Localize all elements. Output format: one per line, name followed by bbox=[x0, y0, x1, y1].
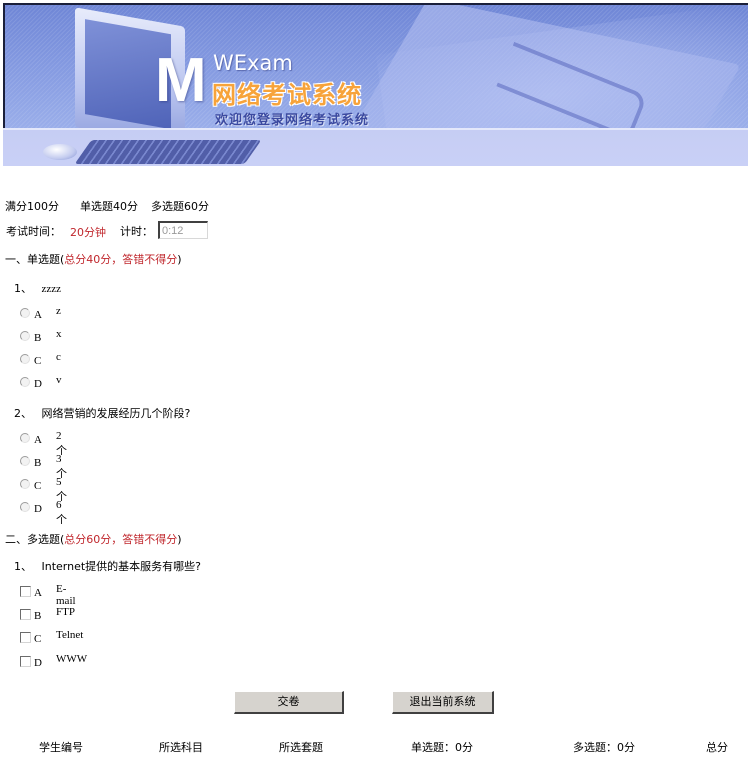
option-text: c bbox=[56, 351, 61, 363]
option-letter: B bbox=[34, 332, 42, 344]
option-letter: D bbox=[34, 657, 42, 669]
exam-time-value: 20分钟 bbox=[70, 226, 106, 239]
footer-total: 总分 bbox=[706, 741, 728, 754]
welcome-text: 欢迎您登录网络考试系统 bbox=[215, 113, 370, 128]
header-banner: M WExam 网络考试系统 欢迎您登录网络考试系统 bbox=[3, 3, 748, 128]
question-text: zzzz bbox=[41, 283, 62, 295]
exit-button[interactable]: 退出当前系统 bbox=[392, 691, 494, 714]
question-number: 1、 bbox=[14, 560, 32, 573]
option-letter: C bbox=[34, 633, 42, 645]
option-letter: D bbox=[34, 378, 42, 390]
section-note: 总分60分，答错不得分 bbox=[64, 533, 178, 546]
option-letter: C bbox=[34, 480, 42, 492]
option-text: v bbox=[56, 374, 62, 386]
radio-button[interactable] bbox=[20, 308, 30, 318]
checkbox[interactable] bbox=[20, 656, 31, 667]
option-letter: C bbox=[34, 355, 42, 367]
option-letter: A bbox=[34, 309, 42, 321]
footer-subject: 所选科目 bbox=[159, 741, 203, 754]
question-2: 2、 网络营销的发展经历几个阶段? bbox=[14, 405, 190, 421]
option-text: x bbox=[56, 328, 62, 340]
option-letter: A bbox=[34, 434, 42, 446]
option-letter: A bbox=[34, 587, 42, 599]
option-text: E-mail bbox=[56, 583, 76, 607]
section-title: 二、多选题 bbox=[5, 533, 60, 546]
question-number: 2、 bbox=[14, 407, 32, 420]
option-text: FTP bbox=[56, 606, 75, 618]
radio-button[interactable] bbox=[20, 502, 30, 512]
option-text: Telnet bbox=[56, 629, 84, 641]
question-multi-1: 1、 Internet提供的基本服务有哪些? bbox=[14, 558, 201, 574]
logo-brand: WExam bbox=[213, 51, 293, 75]
multi-score: 多选题60分 bbox=[151, 200, 209, 213]
checkbox[interactable] bbox=[20, 609, 31, 620]
timer-field[interactable]: 0:12 bbox=[158, 221, 208, 239]
sub-banner bbox=[3, 128, 748, 166]
radio-button[interactable] bbox=[20, 456, 30, 466]
question-text: Internet提供的基本服务有哪些? bbox=[41, 560, 202, 573]
footer-paper: 所选套题 bbox=[279, 741, 323, 754]
checkbox[interactable] bbox=[20, 632, 31, 643]
question-number: 1、 bbox=[14, 282, 32, 295]
footer-student-id: 学生编号 bbox=[39, 741, 83, 754]
radio-button[interactable] bbox=[20, 479, 30, 489]
radio-button[interactable] bbox=[20, 354, 30, 364]
logo-letter: M bbox=[155, 46, 207, 115]
paren-close: ) bbox=[177, 533, 182, 546]
footer-single-result: 单选题：0分 bbox=[411, 741, 473, 754]
option-text: z bbox=[56, 305, 61, 317]
option-letter: B bbox=[34, 457, 42, 469]
system-title: 网络考试系统 bbox=[212, 81, 362, 109]
keyboard-graphic bbox=[74, 140, 262, 164]
question-1: 1、 zzzz bbox=[14, 280, 61, 296]
section-heading-single: 一、单选题(总分40分，答错不得分) bbox=[5, 251, 182, 267]
paren-close: ) bbox=[177, 253, 182, 266]
section-title: 一、单选题 bbox=[5, 253, 60, 266]
radio-button[interactable] bbox=[20, 377, 30, 387]
radio-button[interactable] bbox=[20, 433, 30, 443]
option-text: 6个 bbox=[56, 499, 67, 526]
question-text: 网络营销的发展经历几个阶段? bbox=[41, 407, 191, 420]
single-score: 单选题40分 bbox=[80, 200, 138, 213]
checkbox[interactable] bbox=[20, 586, 31, 597]
footer-multi-result: 多选题：0分 bbox=[573, 741, 635, 754]
section-heading-multi: 二、多选题(总分60分，答错不得分) bbox=[5, 531, 182, 547]
option-letter: B bbox=[34, 610, 42, 622]
option-text: WWW bbox=[56, 653, 88, 665]
option-letter: D bbox=[34, 503, 42, 515]
mouse-graphic bbox=[43, 144, 77, 160]
full-score: 满分100分 bbox=[5, 200, 59, 213]
timer-label: 计时： bbox=[120, 225, 153, 238]
exam-time-label: 考试时间： bbox=[6, 225, 61, 238]
submit-button[interactable]: 交卷 bbox=[234, 691, 344, 714]
content-card-top bbox=[3, 166, 748, 180]
radio-button[interactable] bbox=[20, 331, 30, 341]
section-note: 总分40分，答错不得分 bbox=[64, 253, 178, 266]
